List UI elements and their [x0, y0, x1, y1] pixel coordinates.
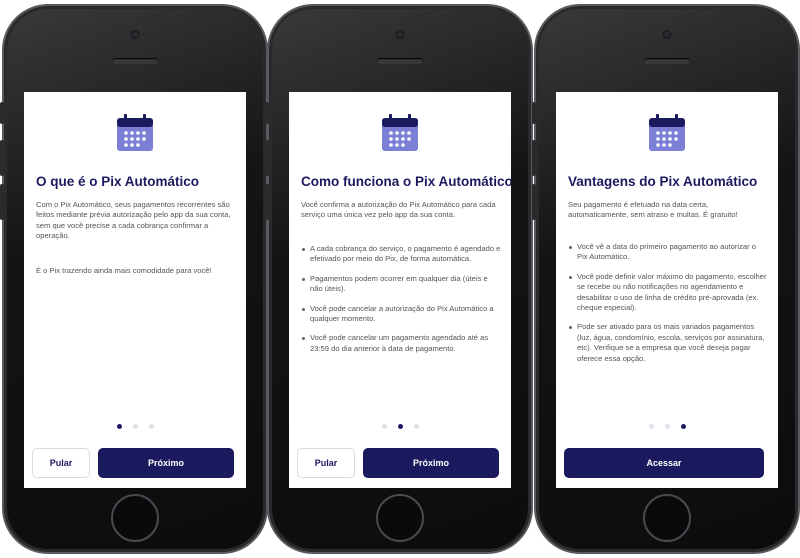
calendar-icon: [382, 114, 418, 151]
home-button: [111, 494, 159, 542]
list-item: Você vê a data do primeiro pagamento ao …: [568, 242, 768, 263]
front-camera-icon: [130, 30, 140, 39]
screen-title: O que é o Pix Automático: [36, 174, 200, 189]
onboarding-screen-1: O que é o Pix Automático Com o Pix Autom…: [24, 92, 246, 488]
calendar-icon: [649, 114, 685, 151]
onboarding-screen-3: Vantagens do Pix Automático Seu pagament…: [556, 92, 778, 488]
page-dot: [664, 424, 670, 429]
list-item: A cada cobrança do serviço, o pagamento …: [301, 244, 501, 265]
speaker-grille: [112, 58, 158, 64]
list-item: Pagamentos podem ocorrer em qualquer dia…: [301, 274, 501, 295]
access-button[interactable]: Acessar: [564, 448, 764, 478]
list-item: Você pode cancelar um pagamento agendado…: [301, 333, 501, 354]
page-dot: [381, 424, 387, 429]
front-camera-icon: [395, 30, 405, 39]
page-dot: [413, 424, 419, 429]
phone-frame-3: Vantagens do Pix Automático Seu pagament…: [532, 6, 798, 552]
page-dot: [148, 424, 154, 429]
home-button: [643, 494, 691, 542]
page-dot: [132, 424, 138, 429]
body-paragraph: Você confirma a autorização do Pix Autom…: [301, 200, 496, 220]
feature-list: Você vê a data do primeiro pagamento ao …: [568, 242, 768, 373]
speaker-grille: [377, 58, 423, 64]
home-button: [376, 494, 424, 542]
skip-button[interactable]: Pular: [297, 448, 355, 478]
front-camera-icon: [662, 30, 672, 39]
calendar-icon: [117, 114, 153, 151]
speaker-grille: [644, 58, 690, 64]
page-dot: [648, 424, 654, 429]
page-indicator: [556, 424, 778, 429]
phone-frame-1: O que é o Pix Automático Com o Pix Autom…: [0, 6, 266, 552]
page-indicator: [289, 424, 511, 429]
skip-button[interactable]: Pular: [32, 448, 90, 478]
body-paragraph: Seu pagamento é efetuado na data certa, …: [568, 200, 738, 220]
list-item: Pode ser ativado para os mais variados p…: [568, 322, 768, 364]
next-button[interactable]: Próximo: [98, 448, 234, 478]
phone-frame-2: Como funciona o Pix Automático Você conf…: [265, 6, 531, 552]
body-paragraph: É o Pix trazendo ainda mais comodidade p…: [36, 266, 212, 275]
page-dot-active: [397, 424, 403, 429]
list-item: Você pode definir valor máximo do pagame…: [568, 272, 768, 314]
body-paragraph: Com o Pix Automático, seus pagamentos re…: [36, 200, 231, 241]
onboarding-screen-2: Como funciona o Pix Automático Você conf…: [289, 92, 511, 488]
page-dot-active: [116, 424, 122, 429]
next-button[interactable]: Próximo: [363, 448, 499, 478]
screen-title: Vantagens do Pix Automático: [568, 174, 758, 189]
list-item: Você pode cancelar a autorização do Pix …: [301, 304, 501, 325]
page-dot-active: [680, 424, 686, 429]
screen-title: Como funciona o Pix Automático: [301, 174, 511, 189]
feature-list: A cada cobrança do serviço, o pagamento …: [301, 244, 501, 363]
page-indicator: [24, 424, 246, 429]
